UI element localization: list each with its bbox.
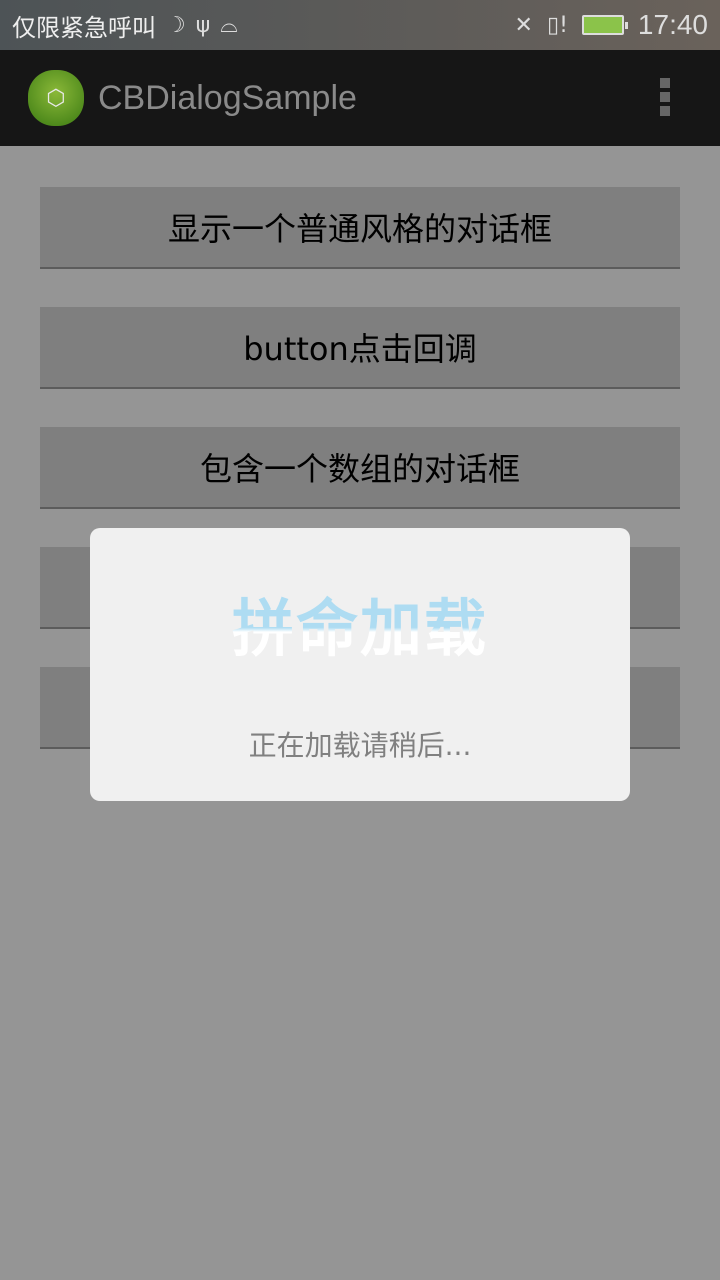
action-bar: ⬡ CBDialogSample <box>0 50 720 146</box>
loading-message: 正在加载请稍后... <box>248 729 472 762</box>
array-dialog-button[interactable]: 包含一个数组的对话框 <box>40 427 680 509</box>
button-callback-button[interactable]: button点击回调 <box>40 307 680 389</box>
battery-charging-icon <box>581 15 628 35</box>
loading-dialog: 拼命加载 正在加载请稍后... <box>90 528 630 801</box>
mute-icon: ✕ <box>514 12 533 38</box>
moon-icon: ☽ <box>166 12 186 38</box>
app-title: CBDialogSample <box>98 78 357 117</box>
loading-wave-text: 拼命加载 <box>90 578 630 668</box>
android-debug-icon: ⌓ <box>220 12 238 38</box>
android-app-icon: ⬡ <box>28 70 84 126</box>
sim-alert-icon: ▯! <box>546 12 568 38</box>
overflow-menu-icon[interactable] <box>660 78 670 116</box>
normal-dialog-button[interactable]: 显示一个普通风格的对话框 <box>40 187 680 269</box>
usb-icon: ψ <box>195 12 211 38</box>
carrier-text: 仅限紧急呼叫 <box>12 13 156 42</box>
status-bar: 仅限紧急呼叫 ☽ ψ ⌓ ✕ ▯! 17:40 <box>0 0 720 50</box>
clock: 17:40 <box>637 9 708 40</box>
